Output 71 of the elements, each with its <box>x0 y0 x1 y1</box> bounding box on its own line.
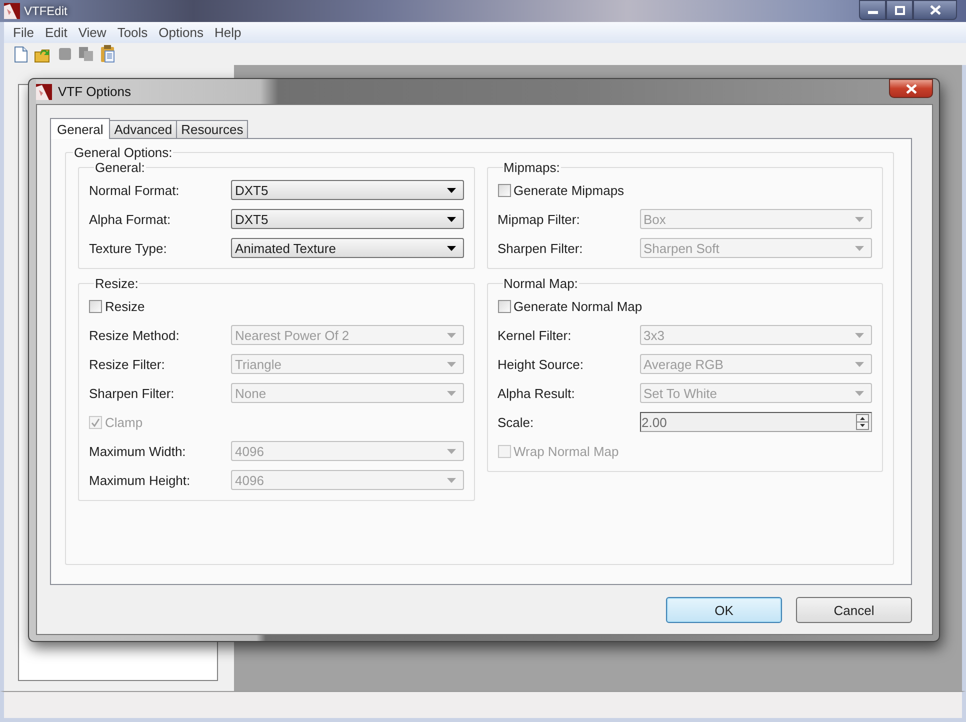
close-button[interactable] <box>913 0 957 20</box>
caret-icon <box>446 332 456 338</box>
field-label: Kernel Filter: <box>498 328 572 342</box>
field-label: Sharpen Filter: <box>89 386 176 400</box>
menu-item[interactable]: Tools <box>112 25 154 40</box>
checkbox-label: Resize <box>105 298 145 314</box>
clipboard-icon[interactable] <box>100 45 115 63</box>
new-document-icon[interactable] <box>14 46 28 62</box>
copy-icon[interactable] <box>78 46 94 62</box>
close-icon <box>906 84 916 94</box>
close-button[interactable] <box>889 79 933 98</box>
group-title: General: <box>94 160 146 175</box>
checkbox[interactable] <box>498 184 510 196</box>
caret-icon <box>446 362 456 366</box>
caret-icon <box>855 216 864 222</box>
checkbox-label: Generate Normal Map <box>514 298 642 314</box>
field-label: Normal Format: <box>89 182 180 198</box>
group-title: Mipmaps: <box>502 160 561 175</box>
window-title: VTFEdit <box>24 4 68 18</box>
maximize-button[interactable] <box>886 0 913 20</box>
field-label: Alpha Format: <box>89 212 172 226</box>
field-label: Resize Method: <box>89 328 180 342</box>
checkbox[interactable] <box>89 300 102 312</box>
app-icon <box>36 84 52 100</box>
dialog-button[interactable]: Cancel <box>796 597 912 623</box>
checkmark-icon <box>91 418 100 426</box>
caret-icon <box>855 390 864 396</box>
checkbox[interactable] <box>498 300 510 312</box>
square-icon[interactable] <box>58 47 72 61</box>
caret-icon <box>446 478 456 482</box>
field-label: Maximum Width: <box>89 444 187 458</box>
checkbox-label: Clamp <box>105 414 143 430</box>
dropdown[interactable]: DXT5 <box>231 180 464 200</box>
tab[interactable]: Resources <box>176 120 248 138</box>
dialog-title: VTF Options <box>58 84 131 99</box>
dropdown[interactable]: DXT5 <box>231 209 464 229</box>
caret-icon <box>446 246 456 250</box>
checkbox-label: Wrap Normal Map <box>514 444 619 458</box>
group-title: Resize: <box>94 276 140 291</box>
caret-icon <box>855 362 864 366</box>
spin-arrows-icon <box>856 414 869 430</box>
tab[interactable]: General <box>50 118 110 139</box>
minimize-button[interactable] <box>859 0 886 20</box>
checkbox-label: Generate Mipmaps <box>514 182 624 198</box>
field-label: Scale: <box>498 414 535 430</box>
dialog-button[interactable]: OK <box>666 597 782 623</box>
maximize-icon <box>894 6 904 14</box>
field-label: Alpha Result: <box>498 386 576 400</box>
caret-icon <box>446 216 456 222</box>
caret-icon <box>446 448 456 454</box>
menu-item[interactable]: View <box>73 25 112 40</box>
caret-icon <box>446 188 456 192</box>
caret-icon <box>855 332 864 338</box>
field-label: Sharpen Filter: <box>498 240 584 256</box>
close-icon <box>930 5 940 15</box>
group-title: General Options: <box>73 145 174 160</box>
field-label: Height Source: <box>498 356 584 372</box>
menu-item[interactable]: Options <box>154 25 210 40</box>
menu-item[interactable]: Help <box>209 25 248 40</box>
caret-icon <box>855 246 864 250</box>
field-label: Mipmap Filter: <box>498 212 581 226</box>
tab[interactable]: Advanced <box>109 120 178 138</box>
menu-item[interactable]: Edit <box>40 25 74 40</box>
field-label: Texture Type: <box>89 240 168 256</box>
menu-item[interactable]: File <box>8 25 40 40</box>
app-icon <box>4 3 20 19</box>
caret-icon <box>446 390 456 396</box>
field-label: Maximum Height: <box>89 472 192 488</box>
dropdown[interactable]: Animated Texture <box>231 238 464 258</box>
field-label: Resize Filter: <box>89 356 166 372</box>
group-title: Normal Map: <box>502 276 579 291</box>
